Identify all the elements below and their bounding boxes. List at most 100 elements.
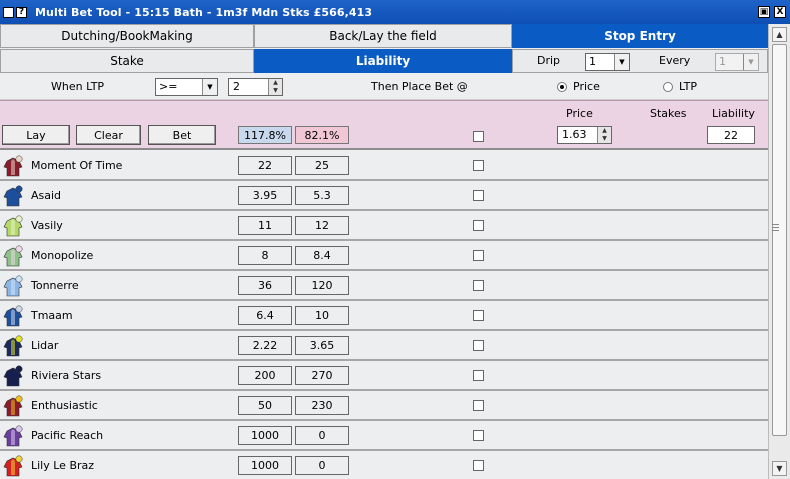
runner-row: Lily Le Braz 1000 0 [0, 451, 768, 479]
bet-button[interactable]: Bet [148, 125, 216, 145]
help-icon[interactable]: ? [16, 6, 27, 18]
back-odds-box[interactable]: 36 [238, 276, 292, 295]
back-odds-box[interactable]: 6.4 [238, 306, 292, 325]
runner-row: Asaid 3.95 5.3 [0, 181, 768, 211]
runner-name: Vasily [31, 219, 63, 232]
tab-back-lay-field[interactable]: Back/Lay the field [254, 24, 512, 48]
back-odds-box[interactable]: 1000 [238, 456, 292, 475]
back-odds-box[interactable]: 50 [238, 396, 292, 415]
drip-value: 1 [589, 55, 596, 68]
runner-name: Monopolize [31, 249, 94, 262]
back-odds-box[interactable]: 8 [238, 246, 292, 265]
scroll-up-icon[interactable]: ▲ [772, 27, 787, 42]
select-all-checkbox[interactable] [473, 131, 484, 142]
ltp-radio[interactable] [663, 82, 673, 92]
jockey-silk-icon [3, 245, 23, 267]
lay-odds-box[interactable]: 0 [295, 456, 349, 475]
runner-checkbox[interactable] [473, 340, 484, 351]
lay-odds-box[interactable]: 0 [295, 426, 349, 445]
ltp-value-spinner[interactable]: 2 ▲ ▼ [228, 78, 283, 96]
controls-band: Price Stakes Liability Lay Clear Bet 117… [0, 100, 768, 150]
tab-stop-entry[interactable]: Stop Entry [512, 24, 768, 48]
lay-book-percentage: 82.1% [295, 126, 349, 144]
lay-odds-box[interactable]: 5.3 [295, 186, 349, 205]
runner-checkbox[interactable] [473, 400, 484, 411]
jockey-silk-icon [3, 455, 23, 477]
runner-row: Enthusiastic 50 230 [0, 391, 768, 421]
lay-button[interactable]: Lay [2, 125, 70, 145]
window-menu-icon[interactable] [3, 6, 14, 18]
runner-row: Riviera Stars 200 270 [0, 361, 768, 391]
jockey-silk-icon [3, 305, 23, 327]
runner-name: Lily Le Braz [31, 459, 95, 472]
back-odds-box[interactable]: 22 [238, 156, 292, 175]
runner-checkbox[interactable] [473, 160, 484, 171]
runner-row: Tonnerre 36 120 [0, 271, 768, 301]
scroll-grip [772, 227, 779, 228]
back-odds-box[interactable]: 3.95 [238, 186, 292, 205]
runner-checkbox[interactable] [473, 250, 484, 261]
runner-checkbox[interactable] [473, 430, 484, 441]
jockey-silk-icon [3, 425, 23, 447]
lay-odds-box[interactable]: 270 [295, 366, 349, 385]
chevron-down-icon[interactable]: ▼ [614, 54, 629, 70]
tab-stake[interactable]: Stake [0, 49, 254, 73]
tab-liability[interactable]: Liability [254, 49, 512, 73]
runner-checkbox[interactable] [473, 280, 484, 291]
runner-row: Lidar 2.22 3.65 [0, 331, 768, 361]
lay-odds-box[interactable]: 10 [295, 306, 349, 325]
drip-select[interactable]: 1 ▼ [585, 53, 630, 71]
runner-checkbox[interactable] [473, 190, 484, 201]
close-icon[interactable]: X [774, 6, 786, 18]
runner-checkbox[interactable] [473, 370, 484, 381]
ltp-operator-value: >= [159, 80, 178, 93]
lay-odds-box[interactable]: 120 [295, 276, 349, 295]
spin-down-icon[interactable]: ▼ [268, 87, 282, 95]
back-odds-box[interactable]: 200 [238, 366, 292, 385]
lay-odds-box[interactable]: 12 [295, 216, 349, 235]
scroll-thumb[interactable] [772, 44, 787, 436]
back-odds-box[interactable]: 1000 [238, 426, 292, 445]
runner-checkbox[interactable] [473, 220, 484, 231]
tab-dutching[interactable]: Dutching/BookMaking [0, 24, 254, 48]
jockey-silk-icon [3, 155, 23, 177]
back-odds-box[interactable]: 11 [238, 216, 292, 235]
runner-checkbox[interactable] [473, 310, 484, 321]
runner-name: Moment Of Time [31, 159, 123, 172]
runner-name: Tmaam [31, 309, 73, 322]
lay-odds-box[interactable]: 25 [295, 156, 349, 175]
vertical-scrollbar[interactable]: ▲ ▼ [768, 24, 790, 479]
runner-name: Riviera Stars [31, 369, 102, 382]
lay-odds-box[interactable]: 8.4 [295, 246, 349, 265]
runner-row: Monopolize 8 8.4 [0, 241, 768, 271]
runner-row: Tmaam 6.4 10 [0, 301, 768, 331]
every-select[interactable]: 1 ▼ [715, 53, 759, 71]
jockey-silk-icon [3, 395, 23, 417]
runner-row: Pacific Reach 1000 0 [0, 421, 768, 451]
price-spinner[interactable]: 1.63 ▲ ▼ [557, 126, 612, 144]
runner-name: Enthusiastic [31, 399, 98, 412]
then-place-label: Then Place Bet @ [371, 80, 468, 93]
runner-checkbox[interactable] [473, 460, 484, 471]
runner-name: Pacific Reach [31, 429, 104, 442]
clear-button[interactable]: Clear [76, 125, 141, 145]
liability-input[interactable]: 22 [707, 126, 755, 144]
scroll-down-icon[interactable]: ▼ [772, 461, 787, 476]
jockey-silk-icon [3, 275, 23, 297]
lay-odds-box[interactable]: 230 [295, 396, 349, 415]
scroll-grip [772, 230, 779, 231]
price-radio[interactable] [557, 82, 567, 92]
ltp-condition-row: When LTP >= ▼ 2 ▲ ▼ Then Place Bet @ Pri… [0, 74, 768, 100]
runner-name: Tonnerre [31, 279, 79, 292]
chevron-down-icon[interactable]: ▼ [202, 79, 217, 95]
ltp-value: 2 [233, 80, 240, 93]
back-odds-box[interactable]: 2.22 [238, 336, 292, 355]
lay-odds-box[interactable]: 3.65 [295, 336, 349, 355]
restore-icon[interactable]: ▣ [758, 6, 770, 18]
runner-name: Lidar [31, 339, 59, 352]
runner-row: Moment Of Time 22 25 [0, 151, 768, 181]
chevron-down-icon[interactable]: ▼ [743, 54, 758, 70]
window-title: Multi Bet Tool - 15:15 Bath - 1m3f Mdn S… [35, 5, 373, 19]
spin-down-icon[interactable]: ▼ [597, 135, 611, 143]
ltp-operator-select[interactable]: >= ▼ [155, 78, 218, 96]
